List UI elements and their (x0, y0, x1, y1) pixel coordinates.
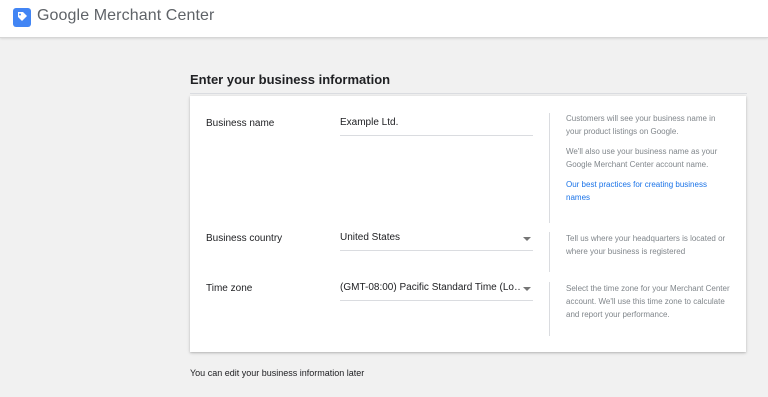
business-name-input[interactable]: Example Ltd. (340, 113, 533, 136)
business-name-value: Example Ltd. (340, 117, 399, 128)
business-name-help-text-1: Customers will see your business name in… (566, 114, 716, 136)
business-country-help-text: Tell us where your headquarters is locat… (566, 234, 726, 256)
help-divider-3 (549, 282, 550, 336)
app-title[interactable]: Google Merchant Center (37, 7, 214, 25)
edit-later-note: You can edit your business information l… (190, 368, 365, 378)
time-zone-help-text: Select the time zone for your Merchant C… (566, 284, 730, 319)
merchant-center-tag-icon[interactable] (13, 8, 31, 27)
page-title: Enter your business information (190, 72, 391, 87)
business-name-help: Customers will see your business name in… (566, 112, 731, 211)
time-zone-label: Time zone (206, 283, 253, 294)
business-country-value: United States (340, 232, 401, 243)
top-app-bar: Google Merchant Center (0, 0, 768, 38)
business-info-card: Business name Example Ltd. Customers wil… (190, 96, 746, 352)
business-country-label: Business country (206, 233, 283, 244)
business-country-help: Tell us where your headquarters is locat… (566, 232, 731, 265)
best-practices-link[interactable]: Our best practices for creating business… (566, 180, 707, 202)
business-country-select[interactable]: United States (340, 228, 533, 251)
title-divider (190, 93, 747, 94)
brand-google: Google (37, 7, 90, 24)
time-zone-select[interactable]: (GMT-08:00) Pacific Standard Time (Lo… (340, 278, 533, 301)
help-divider-1 (549, 113, 550, 223)
business-name-label: Business name (206, 118, 275, 129)
time-zone-value: (GMT-08:00) Pacific Standard Time (Lo… (340, 282, 520, 293)
time-zone-help: Select the time zone for your Merchant C… (566, 282, 731, 328)
brand-product: Merchant Center (93, 7, 215, 24)
chevron-down-icon (523, 287, 531, 291)
chevron-down-icon (523, 237, 531, 241)
business-name-help-text-2: We'll also use your business name as you… (566, 147, 718, 169)
help-divider-2 (549, 232, 550, 272)
